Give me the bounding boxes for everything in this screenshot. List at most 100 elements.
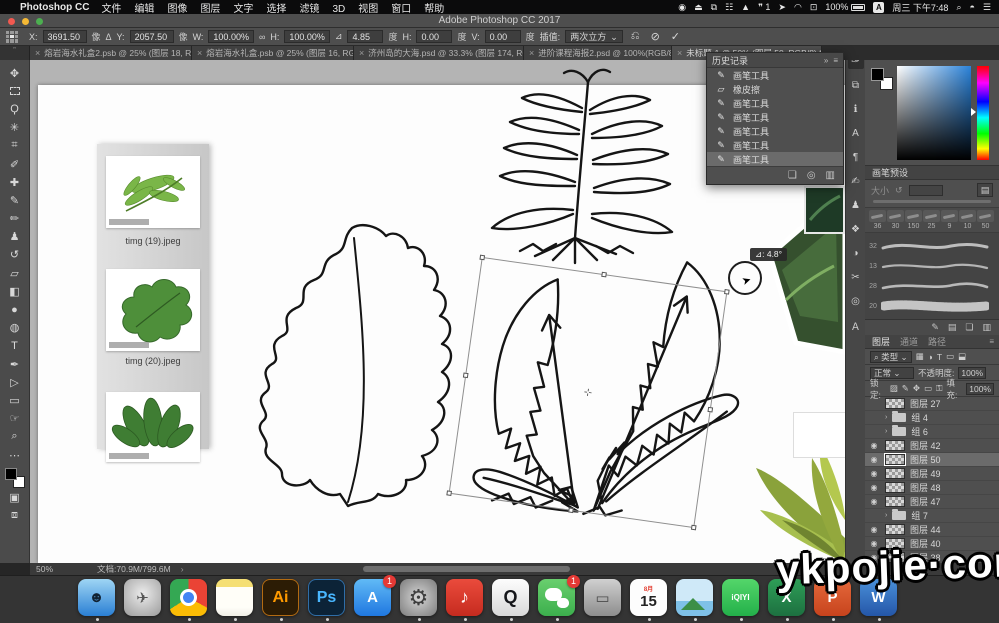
reset-icon[interactable]: ↺ [895,185,903,196]
layer-row[interactable]: 图层 27 [865,397,999,411]
notes-dock-item[interactable] [216,579,254,621]
launchpad-icon[interactable]: ✈ [124,579,161,616]
switch-transform-mode-button[interactable]: ⎌ [631,30,640,43]
menu-item[interactable]: 文字 [233,4,253,15]
layer-thumbnail[interactable] [885,524,905,535]
close-tab-icon[interactable]: × [35,48,40,58]
transform-handle[interactable] [463,372,469,378]
paragraph-panel-icon[interactable]: ¶ [848,150,864,165]
menu-item[interactable]: 帮助 [424,4,444,15]
document-tab[interactable]: ×熔岩海水礼盒2.psb @ 25% (图层 18, RGB/8... [30,46,192,60]
brush-stroke-item[interactable]: 32 [865,236,997,256]
wechat-icon[interactable]: 1 [538,579,575,616]
creative-cloud-icon[interactable]: ◎ [848,294,864,309]
battery-indicator[interactable]: 100% [825,2,865,12]
foreground-background-colors[interactable] [5,468,25,488]
transform-handle[interactable] [691,525,697,531]
wechat-status-icon[interactable]: ❞ 1 [758,2,770,13]
transform-handle[interactable] [479,255,485,261]
transform-bounding-box[interactable]: ⊹ [449,257,728,528]
layer-thumbnail[interactable] [885,454,905,465]
tools-presets-panel-icon[interactable]: ✂ [848,270,864,285]
new-brush-icon[interactable]: ❏ [965,322,973,333]
brush-preset[interactable]: 50 [977,210,994,230]
delete-state-trash-icon[interactable]: ▥ [826,170,835,181]
layer-thumbnail[interactable] [885,468,905,479]
airplay-icon[interactable]: ⊡ [810,2,818,13]
interpolation-dropdown[interactable]: 两次立方 ⌄ [565,30,623,43]
launchpad-dock-item[interactable]: ✈ [124,579,162,616]
photoshop-icon[interactable]: Ps [308,579,345,616]
displays-icon[interactable]: ⧉ [711,2,717,13]
tab-layers[interactable]: 图层 [872,335,890,348]
quick-mask-button[interactable]: ▣ [4,488,26,506]
netease-music-icon[interactable]: ♪ [446,579,483,616]
new-snapshot-camera-icon[interactable]: ◎ [807,170,816,181]
stroke-preview-icon[interactable]: ✎ [931,322,939,333]
group-caret-icon[interactable]: › [885,414,887,421]
visibility-eye-icon[interactable]: ◉ [868,525,880,534]
layer-row[interactable]: ◉图层 42 [865,439,999,453]
calendar-dock-item[interactable]: 8月15 [630,579,668,621]
zoom-tool[interactable]: ⌕ [4,428,26,446]
history-brush-tool[interactable]: ↺ [4,246,26,264]
lock-transparent-icon[interactable]: ▨ [890,383,898,394]
notes-icon[interactable] [216,579,253,616]
menu-item[interactable]: 编辑 [134,4,154,15]
open-presets-icon[interactable]: ▤ [948,322,957,333]
finder-icon[interactable]: ☻ [78,579,115,616]
layer-row[interactable]: ›组 7 [865,509,999,523]
link-dimensions-icon[interactable]: ∞ [259,32,265,42]
saturation-brightness-field[interactable] [897,66,971,160]
filter-smart-object-icon[interactable]: ⬓ [958,351,966,362]
history-state[interactable]: ✎画笔工具 [707,152,843,166]
clone-stamp-panel-icon[interactable]: ♟ [848,198,864,213]
brush-preset[interactable]: 30 [887,210,904,230]
brush-preset[interactable]: 10 [959,210,976,230]
info-panel-icon[interactable]: ℹ [848,102,864,117]
lock-position-icon[interactable]: ✥ [913,383,920,394]
menu-item[interactable]: 选择 [266,4,286,15]
horizontal-skew-field[interactable]: 0.00 [416,30,452,43]
finder-dock-item[interactable]: ☻ [78,579,116,621]
hue-slider-marker[interactable] [971,108,976,116]
history-state[interactable]: ✎画笔工具 [707,96,843,110]
pencil-tool[interactable]: ✏ [4,210,26,228]
filter-shape-icon[interactable]: ▭ [946,351,954,362]
netease-music-dock-item[interactable]: ♪ [446,579,484,621]
brush-stroke-item[interactable]: 20 [865,296,997,316]
history-state[interactable]: ✎画笔工具 [707,68,843,82]
transform-handle[interactable] [446,490,452,496]
chrome-icon[interactable] [170,579,207,616]
typekit-panel-icon[interactable]: Ａ [848,318,864,333]
notification-center-icon[interactable]: ☰ [983,2,991,13]
brush-preset[interactable]: 36 [869,210,886,230]
cancel-transform-button[interactable]: ⊘ [651,30,660,43]
quick-selection-tool[interactable]: ✳ [4,119,26,137]
spotlight-icon[interactable]: ⌕ [956,2,961,13]
scanner-dock-item[interactable]: ▭ [584,579,622,616]
document-tab[interactable]: ×济州岛的大海.psd @ 33.3% (图层 174, RGB/8... [354,46,524,60]
visibility-eye-icon[interactable]: ◉ [868,483,880,492]
status-menu-arrow-icon[interactable]: › [181,564,184,574]
adjustments-panel-icon[interactable]: ◑ [848,246,864,261]
horizontal-scrollbar[interactable] [363,566,570,572]
wifi-icon[interactable]: ◠ [794,2,802,13]
filter-type-icon[interactable]: T [937,352,942,362]
relative-position-icon[interactable]: Δ [106,32,112,42]
wechat-dock-item[interactable]: 1 [538,579,576,621]
dodge-tool[interactable]: ◍ [4,319,26,337]
width-scale-field[interactable]: 100.00% [208,30,254,43]
history-state[interactable]: ✎画笔工具 [707,110,843,124]
commit-transform-button[interactable]: ✓ [671,30,680,43]
photos-dock-item[interactable] [676,579,714,621]
vertical-skew-field[interactable]: 0.00 [485,30,521,43]
collapse-panel-icon[interactable]: » [824,56,828,65]
layer-row[interactable]: ◉图层 44 [865,523,999,537]
glyphs-panel-icon[interactable]: ✍ [848,174,864,189]
system-preferences-dock-item[interactable]: ⚙ [400,579,438,621]
document-size-info[interactable]: 文档:70.9M/799.6M [97,563,171,575]
x-position-field[interactable]: 3691.50 [43,30,87,43]
visibility-eye-icon[interactable]: ◉ [868,497,880,506]
panel-menu-icon[interactable]: ≡ [989,337,994,346]
